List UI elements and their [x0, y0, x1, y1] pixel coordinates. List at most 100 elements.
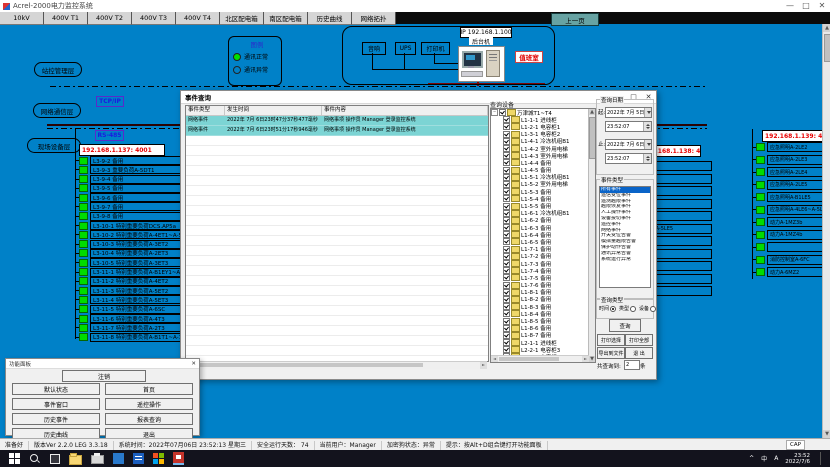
export-button[interactable]: 导出到文件	[597, 347, 625, 359]
checkbox-checked-icon[interactable]	[503, 346, 510, 353]
view-tab[interactable]: 400V T3	[132, 12, 176, 25]
checkbox-checked-icon[interactable]	[503, 310, 510, 317]
query-button[interactable]: 查询	[609, 319, 641, 332]
device-box[interactable]: 应急照明A-B1LE5	[767, 192, 827, 202]
checkbox-checked-icon[interactable]	[503, 138, 510, 145]
close-icon[interactable]: ✕	[814, 1, 830, 12]
scrollbar-thumb[interactable]	[499, 357, 559, 361]
checkbox-checked-icon[interactable]	[503, 274, 510, 281]
scroll-down-icon[interactable]: ▼	[589, 356, 595, 362]
scroll-down-icon[interactable]: ▼	[823, 430, 830, 438]
ime-indicator[interactable]: 中	[761, 454, 767, 463]
checkbox-checked-icon[interactable]	[503, 217, 510, 224]
from-date-combobox[interactable]: 2022年 7月 5日	[605, 107, 652, 118]
scrollbar-thumb[interactable]	[824, 34, 830, 62]
checkbox-checked-icon[interactable]	[503, 131, 510, 138]
print-selected-button[interactable]: 打印选择	[597, 334, 625, 346]
checkbox-checked-icon[interactable]	[503, 231, 510, 238]
speaker-box[interactable]: 音响	[362, 42, 386, 55]
device-box[interactable]: 动力A-6MZ2	[767, 267, 827, 277]
minimize-icon[interactable]: —	[782, 1, 798, 12]
checkbox-checked-icon[interactable]	[503, 339, 510, 346]
checkbox-checked-icon[interactable]	[503, 238, 510, 245]
dialog-titlebar[interactable]: 事件查询 — □ ✕	[181, 91, 656, 104]
checkbox-checked-icon[interactable]	[503, 174, 510, 181]
checkbox-checked-icon[interactable]	[503, 325, 510, 332]
spinner-icons[interactable]	[643, 154, 651, 163]
scrollbar-thumb[interactable]	[193, 363, 423, 367]
spinner-icons[interactable]	[643, 122, 651, 131]
event-table-row[interactable]: 网络事件 2022年 7月 6日23时47分37秒477毫秒 网络事项 操作员 …	[186, 116, 488, 126]
checkbox-checked-icon[interactable]	[503, 167, 510, 174]
function-button[interactable]: 首页	[105, 383, 193, 395]
checkbox-checked-icon[interactable]	[503, 159, 510, 166]
tree-vertical-scrollbar[interactable]: ▲ ▼	[588, 109, 595, 362]
event-table-row[interactable]: 网络事件 2022年 7月 6日23时51分17秒946毫秒 网络事项 操作员 …	[186, 126, 488, 136]
function-button[interactable]: 历史事件	[12, 413, 100, 425]
view-tab[interactable]: 网络拓扑	[352, 12, 396, 25]
scroll-up-icon[interactable]: ▲	[589, 109, 595, 115]
col-header-time[interactable]: 发生时间	[225, 106, 322, 115]
checkbox-checked-icon[interactable]	[503, 224, 510, 231]
checkbox-checked-icon[interactable]	[503, 181, 510, 188]
col-header-type[interactable]: 事件类型	[186, 106, 225, 115]
checkbox-checked-icon[interactable]	[503, 332, 510, 339]
checkbox-checked-icon[interactable]	[503, 289, 510, 296]
chevron-down-icon[interactable]	[644, 140, 652, 149]
scroll-up-icon[interactable]: ▲	[823, 24, 830, 32]
checkbox-checked-icon[interactable]	[503, 267, 510, 274]
function-panel-titlebar[interactable]: 功能面板 ✕	[6, 359, 199, 369]
scroll-right-icon[interactable]: ►	[480, 362, 487, 369]
function-button[interactable]: 事件窗口	[12, 398, 100, 410]
radio-icon[interactable]	[630, 306, 636, 312]
view-tab[interactable]: 400V T2	[88, 12, 132, 25]
server-computer-icon[interactable]	[458, 46, 505, 82]
device-box[interactable]: 动力A-1MZ3b	[767, 217, 827, 227]
checkbox-checked-icon[interactable]	[503, 296, 510, 303]
file-explorer-icon[interactable]	[69, 455, 82, 465]
to-time-spinner[interactable]: 23:52:07	[605, 153, 652, 164]
device-box[interactable]	[767, 242, 827, 252]
checkbox-checked-icon[interactable]	[503, 210, 510, 217]
checkbox-checked-icon[interactable]	[503, 260, 510, 267]
checkbox-checked-icon[interactable]	[503, 253, 510, 260]
checkbox-checked-icon[interactable]	[503, 203, 510, 210]
search-icon[interactable]	[29, 453, 40, 464]
previous-page-button[interactable]: 上一页	[551, 13, 599, 26]
app-blue-icon[interactable]	[113, 453, 124, 464]
app-word-icon[interactable]	[133, 453, 144, 464]
taskbar-clock[interactable]: 23:52 2022/7/6	[785, 453, 810, 465]
to-date-combobox[interactable]: 2022年 7月 6日	[605, 139, 652, 150]
event-type-option[interactable]: 系统运行异常	[600, 257, 650, 263]
exit-button[interactable]: 退 出	[625, 347, 653, 359]
tree-collapse-icon[interactable]: −	[491, 109, 498, 116]
checkbox-checked-icon[interactable]	[503, 282, 510, 289]
printer-box[interactable]: 打印机	[421, 42, 450, 55]
function-button[interactable]: 遥控操作	[105, 398, 193, 410]
view-tab[interactable]: 北区配电箱	[220, 12, 264, 25]
language-indicator[interactable]: A	[774, 455, 778, 462]
function-button[interactable]: 默认状态	[12, 383, 100, 395]
device-box[interactable]: 消防控制室A-6FC	[767, 255, 827, 265]
panel-close-icon[interactable]: ✕	[191, 361, 199, 367]
view-tab[interactable]: 10kV	[0, 12, 44, 25]
scroll-right-icon[interactable]: ►	[582, 356, 589, 362]
checkbox-checked-icon[interactable]	[503, 188, 510, 195]
view-tab[interactable]: 400V T1	[44, 12, 88, 25]
checkbox-checked-icon[interactable]	[503, 195, 510, 202]
query-type-radio[interactable]: 时间	[599, 305, 616, 312]
checkbox-checked-icon[interactable]	[503, 246, 510, 253]
view-tab[interactable]: 400V T4	[176, 12, 220, 25]
tray-expand-icon[interactable]: ^	[749, 455, 754, 462]
start-icon[interactable]	[9, 453, 20, 464]
scroll-left-icon[interactable]: ◄	[491, 356, 498, 362]
chevron-down-icon[interactable]	[644, 108, 652, 117]
task-view-icon[interactable]	[49, 453, 60, 464]
col-header-content[interactable]: 事件内容	[322, 106, 488, 115]
table-horizontal-scrollbar[interactable]: ◄ ►	[185, 361, 487, 369]
checkbox-checked-icon[interactable]	[503, 152, 510, 159]
checkbox-checked-icon[interactable]	[503, 318, 510, 325]
checkbox-checked-icon[interactable]	[499, 109, 506, 116]
view-tab[interactable]: 南区配电箱	[264, 12, 308, 25]
show-desktop-button[interactable]	[820, 452, 824, 465]
